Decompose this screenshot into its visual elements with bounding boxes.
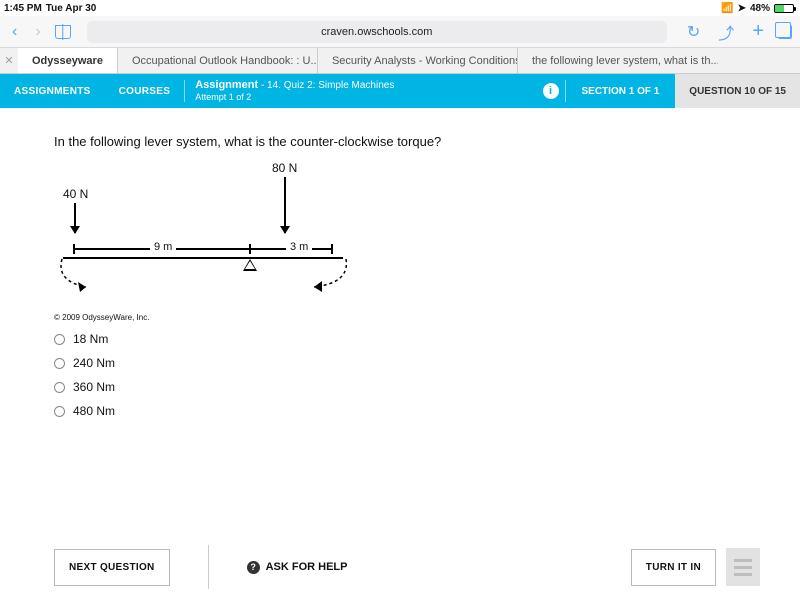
answer-option[interactable]: 360 Nm: [54, 380, 746, 394]
divider: [208, 545, 209, 589]
force-arrow-left: [74, 203, 76, 233]
radio-icon: [54, 382, 65, 393]
assignment-label: Assignment: [195, 79, 258, 91]
menu-button[interactable]: [726, 548, 760, 586]
battery-icon: [774, 4, 794, 13]
nav-courses[interactable]: COURSES: [105, 74, 185, 108]
diagram-copyright: © 2009 OdysseyWare, Inc.: [54, 313, 746, 322]
force-right-label: 80 N: [272, 161, 297, 175]
app-nav-bar: ASSIGNMENTS COURSES Assignment - 14. Qui…: [0, 74, 800, 108]
reload-icon[interactable]: ↻: [683, 22, 704, 42]
nav-assignments[interactable]: ASSIGNMENTS: [0, 74, 105, 108]
ask-help-button[interactable]: ? ASK FOR HELP: [247, 561, 348, 574]
section-indicator: SECTION 1 OF 1: [566, 74, 676, 108]
tabs-icon[interactable]: [778, 25, 792, 39]
assignment-header: Assignment - 14. Quiz 2: Simple Machines…: [185, 74, 536, 108]
status-time: 1:45 PM: [4, 3, 42, 14]
question-counter: QUESTION 10 OF 15: [675, 74, 800, 108]
radio-icon: [54, 334, 65, 345]
browser-tab[interactable]: Occupational Outlook Handbook: : U....: [118, 48, 318, 73]
force-arrow-right: [284, 177, 286, 233]
assignment-title: - 14. Quiz 2: Simple Machines: [261, 80, 394, 91]
turn-in-button[interactable]: TURN IT IN: [631, 549, 716, 586]
info-icon: i: [543, 83, 559, 99]
close-tab-icon[interactable]: ✕: [0, 48, 18, 73]
distance-left: 9 m: [150, 241, 176, 253]
browser-tab[interactable]: the following lever system, what is th..…: [518, 48, 718, 73]
footer-bar: NEXT QUESTION ? ASK FOR HELP TURN IT IN: [0, 542, 800, 592]
battery-pct: 48%: [750, 3, 770, 14]
fulcrum-icon: [243, 259, 257, 271]
browser-toolbar: ‹ › craven.owschools.com ↻ ⤴ +: [0, 16, 800, 48]
question-area: In the following lever system, what is t…: [0, 108, 800, 418]
status-date: Tue Apr 30: [46, 3, 97, 14]
ipad-status-bar: 1:45 PM Tue Apr 30 📶 ➤ 48%: [0, 0, 800, 16]
wifi-icon: 📶: [721, 3, 733, 14]
url-bar[interactable]: craven.owschools.com: [87, 21, 667, 43]
answer-options: 18 Nm 240 Nm 360 Nm 480 Nm: [54, 332, 746, 418]
share-icon[interactable]: ⤴: [714, 20, 738, 44]
new-tab-icon[interactable]: +: [748, 20, 768, 43]
browser-tab[interactable]: Odysseyware: [18, 48, 118, 73]
next-question-button[interactable]: NEXT QUESTION: [54, 549, 170, 586]
location-icon: ➤: [738, 3, 746, 14]
lever-diagram: 80 N 40 N 9 m 3 m: [54, 161, 354, 311]
bookmarks-icon[interactable]: [55, 25, 71, 39]
browser-tab[interactable]: Security Analysts - Working Conditions: [318, 48, 518, 73]
question-prompt: In the following lever system, what is t…: [54, 134, 746, 149]
radio-icon: [54, 406, 65, 417]
force-left-label: 40 N: [63, 187, 88, 201]
rotation-arrow-cw: [284, 257, 354, 293]
rotation-arrow-ccw: [56, 257, 116, 293]
browser-tab-strip: ✕ Odysseyware Occupational Outlook Handb…: [0, 48, 800, 74]
forward-button[interactable]: ›: [31, 23, 44, 41]
attempt-text: Attempt 1 of 2: [195, 92, 394, 103]
info-button[interactable]: i: [537, 74, 565, 108]
url-text: craven.owschools.com: [321, 26, 432, 38]
radio-icon: [54, 358, 65, 369]
answer-option[interactable]: 480 Nm: [54, 404, 746, 418]
distance-right: 3 m: [286, 241, 312, 253]
question-mark-icon: ?: [247, 561, 260, 574]
back-button[interactable]: ‹: [8, 23, 21, 41]
answer-option[interactable]: 18 Nm: [54, 332, 746, 346]
answer-option[interactable]: 240 Nm: [54, 356, 746, 370]
